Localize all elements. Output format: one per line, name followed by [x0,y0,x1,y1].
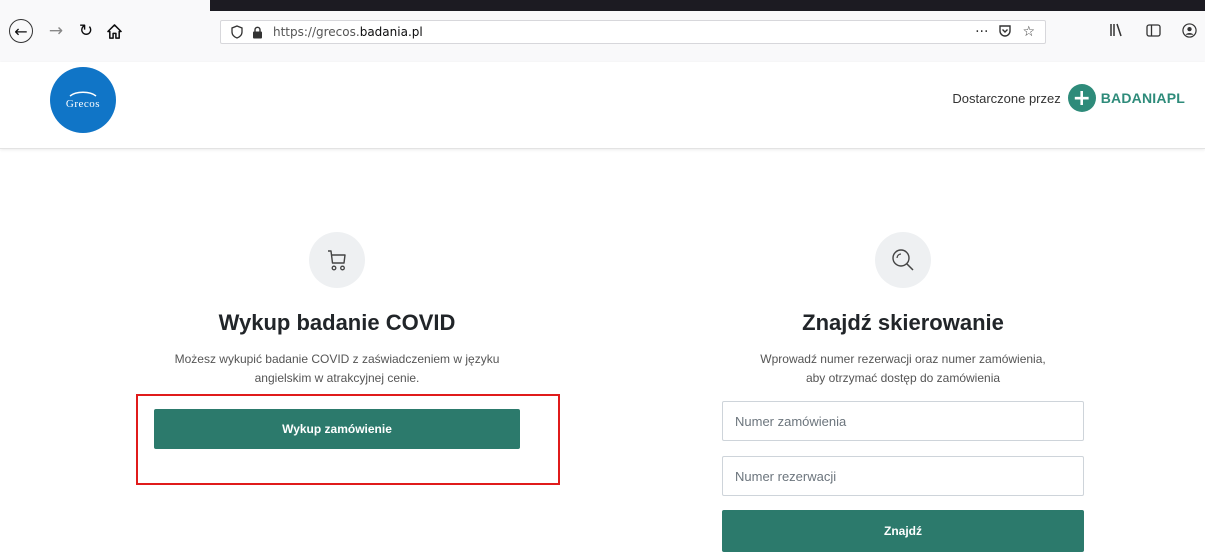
reload-icon[interactable]: ↻ [74,19,98,43]
lock-icon[interactable] [249,24,265,40]
find-card-title: Znajdź skierowanie [802,310,1004,335]
provided-by: Dostarczone przez + BADANIAPL [952,84,1185,112]
address-bar[interactable]: https://grecos.badania.pl ··· ☆ [220,20,1046,44]
url-actions: ··· ☆ [975,24,1035,42]
library-icon[interactable] [1109,22,1125,38]
more-icon[interactable]: ··· [975,24,988,42]
back-icon[interactable]: ← [9,19,33,43]
toolbar-right [1109,22,1197,38]
wave-icon [69,91,97,97]
buy-card-title: Wykup badanie COVID [218,310,456,335]
logo-text: Grecos [65,98,101,110]
shield-icon[interactable] [229,24,245,40]
plus-icon[interactable]: + [1067,84,1096,112]
buy-desc-line2: angielskim w atrakcyjnej cenie. [254,371,420,385]
find-card-description: Wprowadź numer rezerwacji oraz numer zam… [722,350,1084,388]
search-icon-circle [875,232,931,288]
buy-order-button[interactable]: Wykup zamówienie [154,409,520,449]
browser-toolbar: ← → ↻ https://grecos.badania.pl ··· ☆ [0,0,1205,62]
find-desc-line1: Wprowadź numer rezerwacji oraz numer zam… [760,352,1046,366]
home-icon[interactable] [102,19,126,43]
cart-icon [328,250,346,271]
pocket-icon[interactable] [998,24,1012,42]
sidebar-icon[interactable] [1145,22,1161,38]
search-icon [892,249,914,271]
find-referral-card: Znajdź skierowanie Wprowadź numer rezerw… [722,232,1084,552]
url-text: https://grecos.badania.pl [273,25,423,39]
buy-desc-line1: Możesz wykupić badanie COVID z zaświadcz… [174,352,500,366]
find-button[interactable]: Znajdź [722,510,1084,552]
tab-strip [210,0,1205,11]
forward-icon[interactable]: → [44,19,68,43]
provided-by-label: Dostarczone przez [952,90,1061,106]
order-number-field[interactable]: Numer zamówienia [722,401,1084,441]
brand-name[interactable]: BADANIAPL [1101,90,1185,106]
account-icon[interactable] [1181,22,1197,38]
site-header: Grecos Dostarczone przez + BADANIAPL [0,62,1205,149]
reservation-number-field[interactable]: Numer rezerwacji [722,456,1084,496]
buy-covid-card: Wykup badanie COVID Możesz wykupić badan… [154,232,520,449]
grecos-logo[interactable]: Grecos [50,67,116,133]
find-desc-line2: aby otrzymać dostęp do zamówienia [805,371,1001,385]
buy-card-description: Możesz wykupić badanie COVID z zaświadcz… [154,350,520,388]
cart-icon-circle [309,232,365,288]
star-icon[interactable]: ☆ [1022,24,1035,42]
